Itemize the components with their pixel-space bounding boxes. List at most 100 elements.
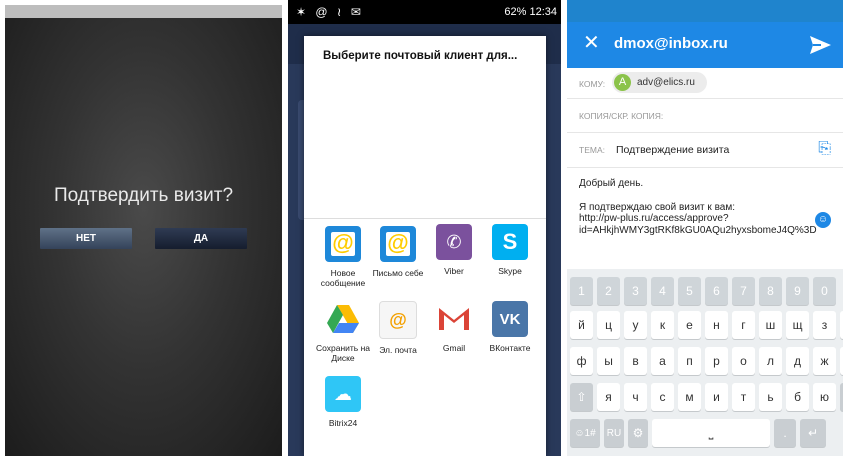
key[interactable]: й bbox=[570, 311, 593, 339]
status-bar bbox=[567, 0, 843, 22]
google-drive-icon bbox=[325, 301, 361, 337]
message-body[interactable]: Добрый день. Я подтверждаю свой визит к … bbox=[579, 178, 829, 236]
status-strip bbox=[5, 5, 282, 18]
keyboard-row-2: фывапролджэ bbox=[570, 347, 843, 375]
key[interactable]: 7 bbox=[732, 277, 755, 305]
app-google-drive[interactable]: Сохранить на Диске bbox=[313, 301, 373, 363]
key[interactable]: 9 bbox=[786, 277, 809, 305]
emoji-icon[interactable]: ☺ bbox=[815, 212, 831, 228]
key[interactable]: ш bbox=[759, 311, 782, 339]
body-line: Я подтверждаю свой визит к вам: bbox=[579, 201, 735, 213]
app-gmail[interactable]: Gmail bbox=[424, 301, 484, 353]
app-label: Эл. почта bbox=[379, 345, 417, 355]
key[interactable]: 2 bbox=[597, 277, 620, 305]
avatar: A bbox=[614, 74, 631, 91]
compose-toolbar: ✕ dmox@inbox.ru bbox=[567, 22, 843, 68]
key[interactable]: я bbox=[597, 383, 620, 411]
cc-row[interactable]: КОПИЯ/СКР. КОПИЯ: bbox=[567, 99, 843, 133]
recipient-chip[interactable]: A adv@elics.ru bbox=[612, 72, 707, 93]
key[interactable]: к bbox=[651, 311, 674, 339]
confirm-title: Подтвердить визит? bbox=[53, 185, 234, 206]
mail-client-chooser-screen: ✶ @ ≀ ✉ 62% 12:34 Выберите почтовый клие… bbox=[288, 0, 561, 456]
key[interactable]: ы bbox=[597, 347, 620, 375]
key[interactable]: т bbox=[732, 383, 755, 411]
key[interactable]: е bbox=[678, 311, 701, 339]
key[interactable]: ч bbox=[624, 383, 647, 411]
key[interactable]: 3 bbox=[624, 277, 647, 305]
keyboard-bottom-row: ☺1# RU ⚙ ⎵ . ↵ bbox=[570, 419, 826, 447]
space-key[interactable]: ⎵ bbox=[652, 419, 770, 447]
key[interactable]: ж bbox=[813, 347, 836, 375]
to-row[interactable]: КОМУ: A adv@elics.ru bbox=[567, 68, 843, 99]
key[interactable]: у bbox=[624, 311, 647, 339]
subject-row[interactable]: ТЕМА: Подтверждение визита ⎘ bbox=[567, 133, 843, 168]
keyboard-number-row: 1234567890 bbox=[570, 277, 836, 305]
enter-key[interactable]: ↵ bbox=[800, 419, 826, 447]
app-label: Viber bbox=[444, 266, 464, 276]
app-bitrix24[interactable]: ☁ Bitrix24 bbox=[313, 376, 373, 428]
key[interactable]: ю bbox=[813, 383, 836, 411]
app-new-message[interactable]: Новое сообщение bbox=[313, 226, 373, 288]
compose-email-screen: ✕ dmox@inbox.ru КОМУ: A adv@elics.ru КОП… bbox=[567, 0, 843, 456]
app-vkontakte[interactable]: VK ВКонтакте bbox=[480, 301, 540, 353]
key[interactable]: п bbox=[678, 347, 701, 375]
key[interactable]: г bbox=[732, 311, 755, 339]
shift-key[interactable]: ⇧ bbox=[570, 383, 593, 411]
mail-at-icon bbox=[380, 226, 416, 262]
gmail-icon bbox=[436, 301, 472, 337]
key[interactable]: а bbox=[651, 347, 674, 375]
subject-input[interactable]: Подтверждение визита bbox=[616, 144, 729, 156]
app-label: Новое сообщение bbox=[320, 268, 366, 288]
close-icon[interactable]: ✕ bbox=[583, 33, 600, 53]
app-mail-to-self[interactable]: Письмо себе bbox=[368, 226, 428, 278]
cc-label: КОПИЯ/СКР. КОПИЯ: bbox=[579, 111, 664, 121]
key[interactable]: щ bbox=[786, 311, 809, 339]
key[interactable]: 1 bbox=[570, 277, 593, 305]
to-label: КОМУ: bbox=[579, 79, 606, 89]
skype-icon: S bbox=[492, 224, 528, 260]
settings-icon[interactable]: ⚙ bbox=[628, 419, 648, 447]
no-button[interactable]: НЕТ bbox=[40, 228, 132, 249]
key[interactable]: б bbox=[786, 383, 809, 411]
app-label: Gmail bbox=[442, 343, 466, 353]
key[interactable]: н bbox=[705, 311, 728, 339]
body-line: http://pw-plus.ru/access/approve? bbox=[579, 213, 729, 224]
app-email[interactable]: @ Эл. почта bbox=[368, 301, 428, 355]
key[interactable]: 6 bbox=[705, 277, 728, 305]
key[interactable]: д bbox=[786, 347, 809, 375]
chooser-title: Выберите почтовый клиент для... bbox=[323, 50, 518, 62]
subject-label: ТЕМА: bbox=[579, 145, 605, 155]
key[interactable]: 5 bbox=[678, 277, 701, 305]
status-icons: ✶ @ ≀ ✉ bbox=[296, 5, 364, 19]
key[interactable]: 8 bbox=[759, 277, 782, 305]
key[interactable]: р bbox=[705, 347, 728, 375]
key[interactable]: 4 bbox=[651, 277, 674, 305]
key[interactable]: с bbox=[651, 383, 674, 411]
app-label: Сохранить на Диске bbox=[315, 343, 371, 363]
viber-icon: ✆ bbox=[436, 224, 472, 260]
symbols-key[interactable]: ☺1# bbox=[570, 419, 600, 447]
key[interactable]: м bbox=[678, 383, 701, 411]
attachment-icon[interactable]: ⎘ bbox=[818, 140, 831, 158]
key[interactable]: ф bbox=[570, 347, 593, 375]
key[interactable]: л bbox=[759, 347, 782, 375]
period-key[interactable]: . bbox=[774, 419, 796, 447]
key[interactable]: о bbox=[732, 347, 755, 375]
key[interactable]: 0 bbox=[813, 277, 836, 305]
app-viber[interactable]: ✆ Viber bbox=[424, 224, 484, 276]
bitrix24-icon: ☁ bbox=[325, 376, 361, 412]
key[interactable]: ц bbox=[597, 311, 620, 339]
key[interactable]: з bbox=[813, 311, 836, 339]
app-label: Bitrix24 bbox=[328, 418, 358, 428]
keyboard-row-1: йцукенгшщзх bbox=[570, 311, 843, 339]
keyboard-row-3: ⇧ ячсмитьбю⌫ bbox=[570, 383, 843, 411]
app-skype[interactable]: S Skype bbox=[480, 224, 540, 276]
yes-button[interactable]: ДА bbox=[155, 228, 247, 249]
language-key[interactable]: RU bbox=[604, 419, 624, 447]
key[interactable]: и bbox=[705, 383, 728, 411]
app-label: ВКонтакте bbox=[489, 343, 531, 353]
key[interactable]: в bbox=[624, 347, 647, 375]
key[interactable]: ь bbox=[759, 383, 782, 411]
send-icon[interactable] bbox=[807, 32, 833, 58]
mail-at-icon bbox=[325, 226, 361, 262]
